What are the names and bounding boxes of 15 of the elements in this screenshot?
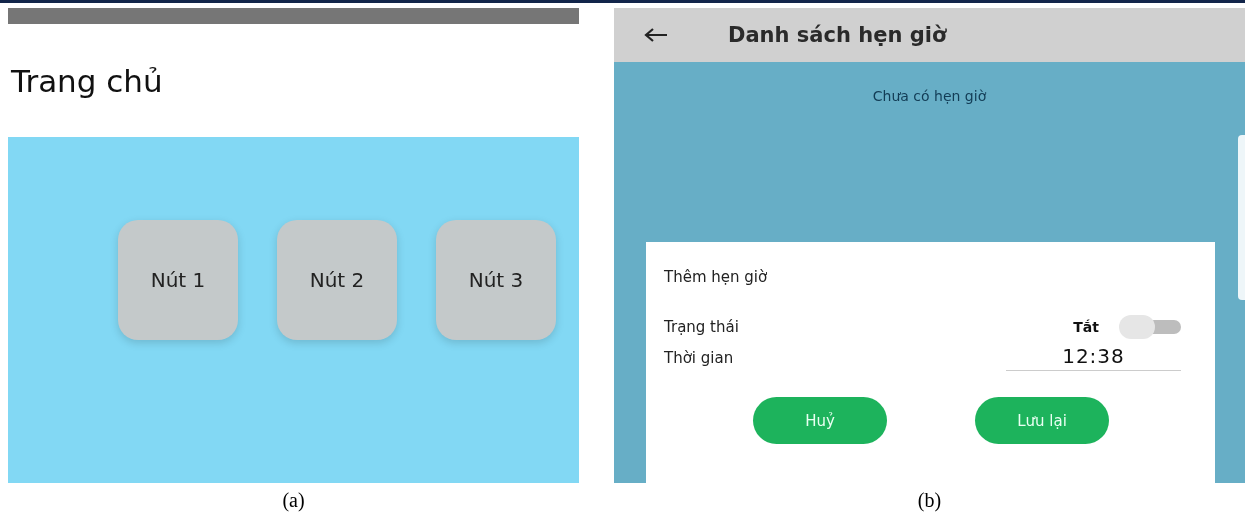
tile-button[interactable]: Nút 3 xyxy=(436,220,556,340)
dialog-title: Thêm hẹn giờ xyxy=(664,268,769,286)
empty-message: Chưa có hẹn giờ xyxy=(872,88,987,104)
tile-button[interactable]: Nút 2 xyxy=(277,220,397,340)
status-label: Trạng thái xyxy=(664,318,739,336)
figure-caption: (b) xyxy=(917,489,942,512)
tile-button[interactable]: Nút 1 xyxy=(118,220,238,340)
toggle-switch[interactable] xyxy=(1119,316,1181,338)
screen-title: Danh sách hẹn giờ xyxy=(728,23,947,47)
status-text: Tắt xyxy=(1073,319,1099,335)
figure-caption: (a) xyxy=(282,489,305,512)
time-label: Thời gian xyxy=(664,348,734,367)
time-field[interactable]: 12:38 xyxy=(1006,344,1181,371)
page-title: Trang chủ xyxy=(11,62,163,99)
back-icon[interactable] xyxy=(644,27,668,43)
